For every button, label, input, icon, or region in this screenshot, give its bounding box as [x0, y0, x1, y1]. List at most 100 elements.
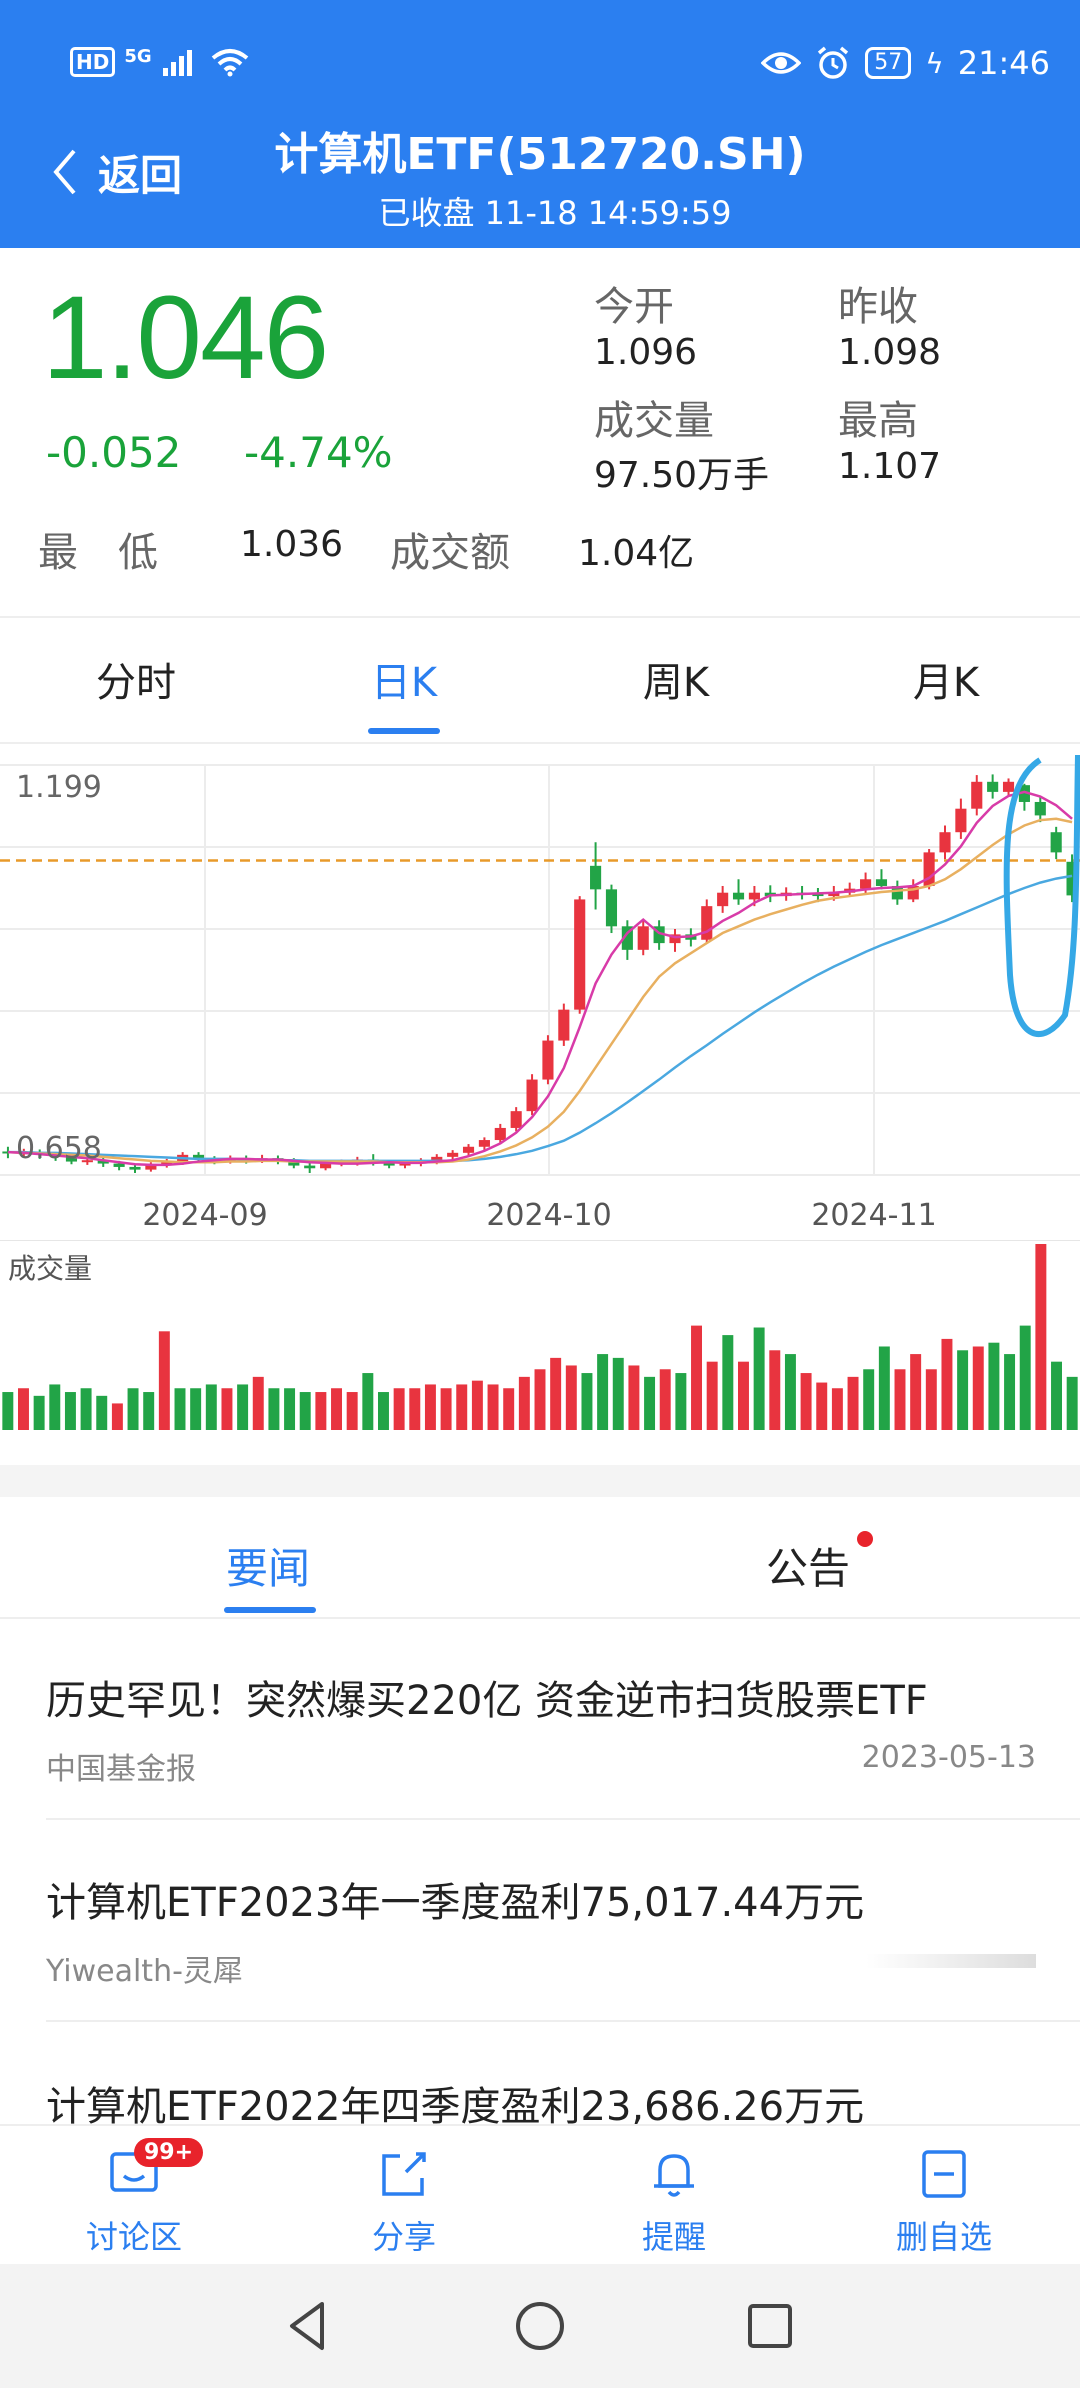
news-date: 2023-05-13 [861, 1740, 1036, 1775]
volume-bar [111, 1403, 123, 1430]
candle-body [510, 1111, 522, 1128]
volume-bar [456, 1384, 468, 1430]
tab-weekly-k[interactable]: 周K [596, 650, 756, 708]
tab-news[interactable]: 要闻 [226, 1535, 310, 1596]
candle-body [748, 892, 760, 900]
price-change-percent: -4.74% [244, 428, 393, 477]
candle-body [113, 1163, 125, 1167]
volume-bar [878, 1346, 890, 1430]
volume-bar [847, 1376, 859, 1430]
volume-bar [346, 1392, 358, 1430]
chart-tabs: 分时 日K 周K 月K [0, 630, 1080, 744]
market-status: 已收盘 11-18 14:59:59 [378, 194, 732, 232]
volume-bar [237, 1384, 249, 1430]
back-nav-icon[interactable] [278, 2294, 342, 2358]
candle-body [574, 899, 586, 1010]
candle-body [590, 865, 602, 890]
volume-bar [550, 1357, 562, 1430]
candles [2, 774, 1078, 1173]
volume-bar [362, 1373, 374, 1430]
hd-icon: HD [70, 47, 116, 77]
volume-bar [268, 1388, 280, 1430]
candlestick-chart[interactable]: 1.199 0.658 2024-09 2024-10 2024-11 [0, 745, 1080, 1245]
volume-bar [487, 1384, 499, 1430]
status-icons: 57 ϟ 21:46 [761, 44, 1050, 82]
section-gap [0, 1465, 1080, 1497]
volume-bar [315, 1392, 327, 1430]
volume-bar [738, 1361, 749, 1430]
candle-body [732, 892, 745, 900]
candle-body [494, 1127, 506, 1141]
volume-bar [1035, 1244, 1047, 1430]
volume-bar [49, 1384, 61, 1430]
high-label: 最高 [838, 398, 918, 444]
volume-bar [957, 1350, 969, 1430]
candle-body [462, 1146, 475, 1153]
candle-body [939, 832, 951, 853]
tab-notice[interactable]: 公告 [766, 1535, 850, 1596]
bell-icon [654, 2154, 694, 2197]
volume-bar [675, 1373, 687, 1430]
tab-daily-k[interactable]: 日K [324, 650, 484, 708]
wifi-icon [211, 48, 249, 76]
volume-bar [18, 1388, 29, 1430]
volume-bar [158, 1331, 170, 1430]
candle-body [558, 1009, 570, 1041]
candle-body [860, 879, 872, 889]
volume-bar [863, 1369, 875, 1430]
volume-bar [800, 1373, 812, 1430]
volume-bar [784, 1354, 796, 1430]
volume-bar [769, 1350, 781, 1430]
news-item[interactable]: 历史罕见！突然爆买220亿 资金逆市扫货股票ETF 中国基金报 2023-05-… [46, 1668, 1036, 1788]
page-title: 计算机ETF(512720.SH) [274, 129, 806, 180]
battery-indicator: 57 [865, 47, 912, 79]
volume-bar [988, 1342, 1000, 1430]
volume-bar [409, 1388, 421, 1430]
ma10-line [7, 817, 1073, 1164]
bottom-toolbar: 讨论区 99+ 分享 提醒 删自选 [0, 2124, 1080, 2264]
tab-intraday[interactable]: 分时 [56, 650, 216, 708]
candle-body [478, 1140, 490, 1147]
volume-bar [503, 1388, 515, 1430]
quote-panel: 1.046 -0.052 -4.74% 今开 1.096 昨收 1.098 成交… [0, 248, 1080, 618]
news-item[interactable]: 计算机ETF2023年一季度盈利75,017.44万元 Yiwealth-灵犀 [46, 1870, 1036, 1990]
open-value: 1.096 [594, 332, 698, 373]
news-tabs: 要闻 公告 [0, 1497, 1080, 1619]
ma20-line [7, 874, 1073, 1163]
volume-bar [753, 1327, 765, 1430]
volume-bar [816, 1382, 828, 1430]
volume-bar [1019, 1325, 1031, 1430]
x-label-nov: 2024-11 [811, 1198, 936, 1233]
candle-body [1034, 801, 1046, 816]
volume-bar [628, 1365, 640, 1430]
alarm-icon [818, 46, 849, 79]
volume-chart: 成交量 [0, 1240, 1080, 1430]
candle-body [542, 1040, 554, 1080]
volume-bar [612, 1357, 624, 1430]
low-label: 最 低 [38, 530, 158, 576]
recents-nav-icon[interactable] [738, 2294, 802, 2358]
share-icon [382, 2152, 426, 2196]
candle-body [637, 926, 649, 950]
remove-watchlist-button[interactable]: 删自选 [864, 2146, 1024, 2258]
remind-button[interactable]: 提醒 [594, 2146, 754, 2258]
share-button[interactable]: 分享 [324, 2146, 484, 2258]
volume-bar [722, 1335, 734, 1430]
volume-bar [190, 1388, 202, 1430]
charging-icon: ϟ [925, 46, 944, 80]
candle-body [875, 879, 888, 886]
turnover-label: 成交额 [390, 530, 510, 576]
volume-bar [1066, 1376, 1078, 1430]
turnover-value: 1.04亿 [578, 533, 695, 574]
candle-body [447, 1152, 459, 1157]
volume-bar [284, 1388, 296, 1430]
active-tab-indicator [368, 728, 440, 734]
y-min-label: 0.658 [16, 1131, 102, 1166]
home-nav-icon[interactable] [508, 2294, 572, 2358]
volume-bar [644, 1376, 656, 1430]
prev-close-value: 1.098 [838, 332, 942, 373]
signal-label: 5G [124, 46, 152, 67]
tab-monthly-k[interactable]: 月K [866, 650, 1026, 708]
volume-bar [565, 1365, 577, 1430]
volume-bar [299, 1392, 311, 1430]
